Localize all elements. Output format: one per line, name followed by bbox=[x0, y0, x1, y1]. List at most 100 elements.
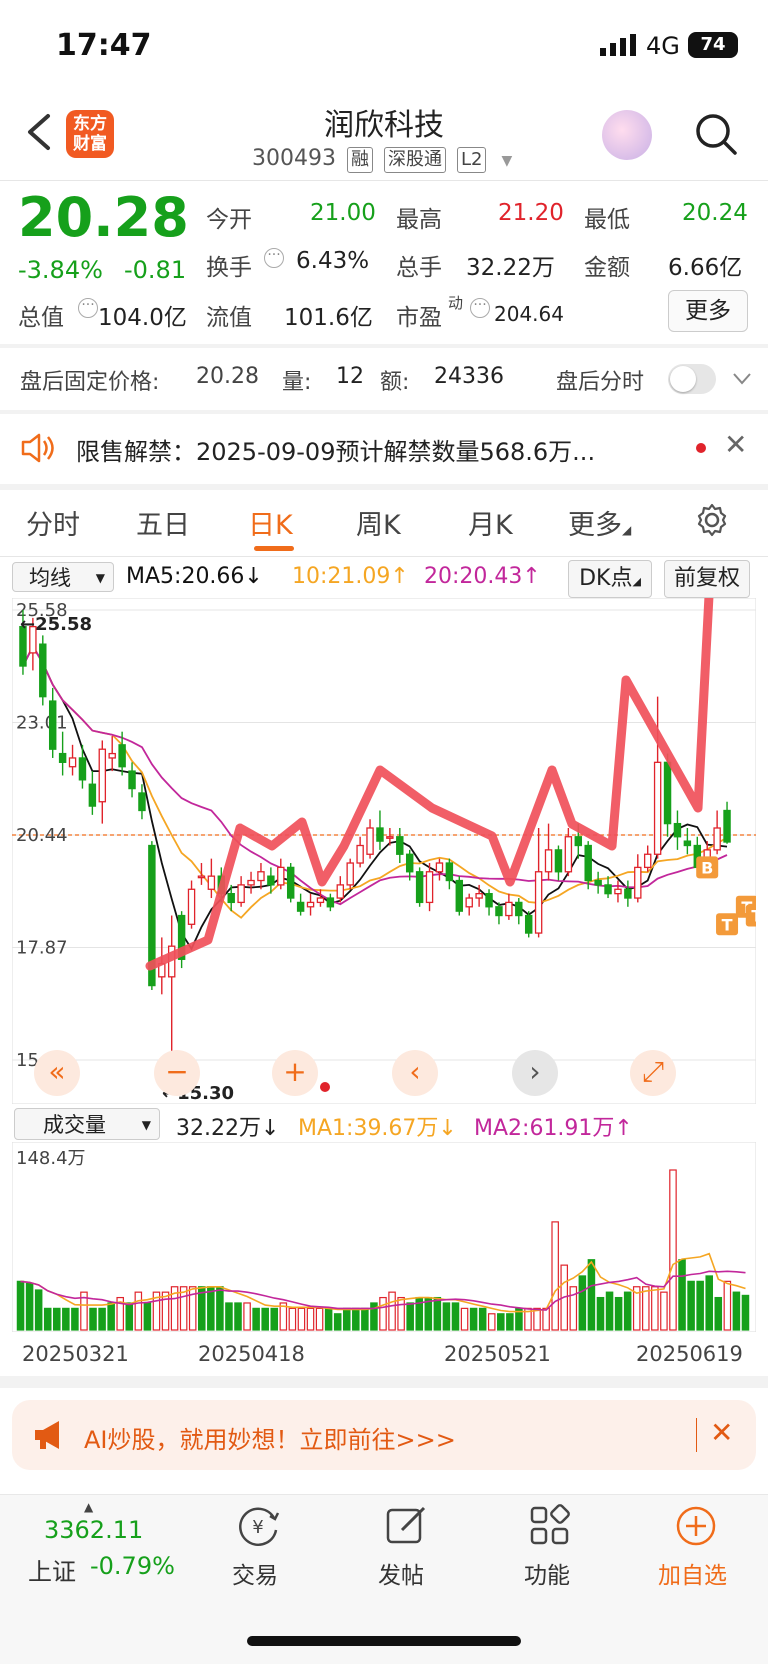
candle-body bbox=[713, 827, 721, 851]
volume-chart[interactable]: 148.4万 bbox=[12, 1142, 756, 1332]
ma20-label: 20:20.43↑ bbox=[424, 564, 541, 589]
unread-dot bbox=[696, 443, 706, 453]
nav-functions[interactable]: 功能 bbox=[524, 1556, 570, 1590]
toggle-knob bbox=[670, 366, 696, 392]
info-icon[interactable]: ··· bbox=[264, 248, 284, 268]
volume-bar bbox=[596, 1296, 605, 1331]
connect-tag: 深股通 bbox=[383, 147, 446, 173]
tab-month-k[interactable]: 月K bbox=[468, 503, 513, 542]
candle-body bbox=[574, 836, 583, 847]
ma5-label: MA5:20.66↓ bbox=[126, 564, 263, 589]
after-hours-row: 盘后固定价格: 20.28 量: 12 额: 24336 盘后分时 bbox=[0, 348, 768, 410]
volume-bar bbox=[361, 1307, 369, 1331]
candle-body bbox=[564, 836, 573, 873]
clock: 17:47 bbox=[56, 28, 152, 63]
sub-indicator-label: 成交量 bbox=[43, 1113, 106, 1137]
dk-point-button[interactable]: DK点◢ bbox=[568, 560, 652, 598]
info-icon[interactable]: ··· bbox=[470, 298, 490, 318]
tab-day-k[interactable]: 日K bbox=[248, 503, 293, 542]
scroll-left-button[interactable]: ‹ bbox=[392, 1050, 438, 1096]
ma10-label: 10:21.09↑ bbox=[292, 564, 409, 589]
robot-assistant-icon[interactable] bbox=[602, 110, 652, 160]
info-icon[interactable]: ··· bbox=[78, 298, 98, 318]
zoom-out-button[interactable]: − bbox=[154, 1050, 200, 1096]
tab-timeshare[interactable]: 分时 bbox=[26, 503, 80, 542]
candle-body bbox=[614, 888, 622, 895]
hand-drawn-annotation bbox=[145, 598, 714, 971]
candle-body bbox=[634, 866, 642, 899]
search-icon[interactable] bbox=[694, 112, 738, 156]
nav-add-watchlist[interactable]: 加自选 bbox=[658, 1556, 727, 1590]
ah-price-label: 盘后固定价格: bbox=[20, 370, 160, 395]
post-icon[interactable] bbox=[384, 1504, 428, 1548]
zoom-in-button[interactable]: + bbox=[272, 1050, 318, 1096]
volume-bar bbox=[551, 1221, 559, 1331]
volume-bar bbox=[98, 1307, 106, 1331]
signal-icon bbox=[600, 34, 636, 56]
y-tick-label: 20.44 bbox=[16, 825, 68, 846]
volume-bar bbox=[506, 1313, 514, 1331]
sub-indicator-select[interactable]: 成交量 ▼ bbox=[14, 1108, 160, 1140]
volume-bar bbox=[687, 1280, 695, 1331]
volume-bar bbox=[25, 1282, 34, 1331]
volume-bar bbox=[397, 1296, 405, 1331]
ah-amt-label: 额: bbox=[380, 370, 410, 395]
add-watchlist-icon[interactable] bbox=[674, 1504, 718, 1548]
tab-more[interactable]: 更多◢ bbox=[568, 503, 631, 542]
volume-bar bbox=[451, 1302, 460, 1331]
volume-bar bbox=[43, 1307, 52, 1331]
nav-trade[interactable]: 交易 bbox=[232, 1556, 278, 1590]
index-value[interactable]: 3362.11 bbox=[44, 1516, 143, 1544]
candle-body bbox=[505, 901, 513, 917]
volume-bar bbox=[442, 1302, 451, 1331]
volume-bar bbox=[478, 1307, 487, 1331]
stock-code-row[interactable]: 300493 融 深股通 L2 ▼ bbox=[252, 146, 512, 173]
volume-bar bbox=[651, 1286, 659, 1331]
high-value: 21.20 bbox=[498, 200, 564, 226]
indicator-select[interactable]: 均线 ▼ bbox=[12, 562, 114, 592]
volume-current: 32.22万↓ bbox=[176, 1116, 280, 1141]
tab-week-k[interactable]: 周K bbox=[356, 503, 401, 542]
close-icon[interactable]: ✕ bbox=[724, 428, 747, 461]
candle-body bbox=[118, 744, 126, 768]
date-label: 20250619 bbox=[636, 1342, 743, 1366]
stock-title: 润欣科技 bbox=[324, 108, 444, 143]
more-button[interactable]: 更多 bbox=[668, 290, 748, 332]
adjust-button[interactable]: 前复权 bbox=[664, 560, 750, 598]
index-name[interactable]: 上证 bbox=[28, 1552, 76, 1587]
volume-bars bbox=[16, 1169, 750, 1331]
chevron-down-icon: ▼ bbox=[95, 571, 105, 585]
index-pct[interactable]: -0.79% bbox=[90, 1552, 175, 1580]
gear-icon[interactable] bbox=[694, 502, 730, 538]
volume-bar bbox=[460, 1307, 469, 1331]
candle-body bbox=[405, 853, 414, 873]
open-value: 21.00 bbox=[310, 200, 376, 226]
candle-body bbox=[187, 888, 196, 925]
tab-five-day[interactable]: 五日 bbox=[136, 503, 190, 542]
date-label: 20250521 bbox=[444, 1342, 551, 1366]
candle-body bbox=[356, 844, 364, 864]
scroll-start-button[interactable]: « bbox=[34, 1050, 80, 1096]
chevron-down-icon[interactable] bbox=[732, 372, 752, 386]
candle-body bbox=[376, 827, 384, 842]
ah-amt: 24336 bbox=[434, 364, 504, 389]
fullscreen-button[interactable]: ⤢ bbox=[630, 1050, 676, 1096]
volume-bar bbox=[533, 1307, 541, 1331]
candle-body bbox=[98, 748, 107, 803]
signal-label: B bbox=[701, 858, 713, 877]
volume-max-label: 148.4万 bbox=[16, 1148, 86, 1169]
scroll-right-button[interactable]: › bbox=[512, 1050, 558, 1096]
nav-post[interactable]: 发帖 bbox=[378, 1556, 424, 1590]
candle-body bbox=[306, 901, 315, 908]
apps-icon[interactable] bbox=[528, 1504, 572, 1548]
candlestick-chart[interactable]: 25.5823.0120.4417.8715.30 BTTT ←25.58 ←1… bbox=[12, 598, 756, 1104]
amount-label: 金额 bbox=[584, 255, 630, 281]
volume-bar bbox=[53, 1307, 61, 1331]
trade-icon[interactable]: ¥ bbox=[234, 1504, 282, 1548]
y-tick-label: 23.01 bbox=[16, 713, 68, 734]
chart-grid bbox=[12, 609, 756, 1061]
volume-bar bbox=[642, 1286, 650, 1331]
close-icon[interactable]: ✕ bbox=[710, 1416, 733, 1449]
status-bar: 17:47 4G 74 bbox=[0, 0, 768, 90]
candle-body bbox=[415, 871, 424, 904]
